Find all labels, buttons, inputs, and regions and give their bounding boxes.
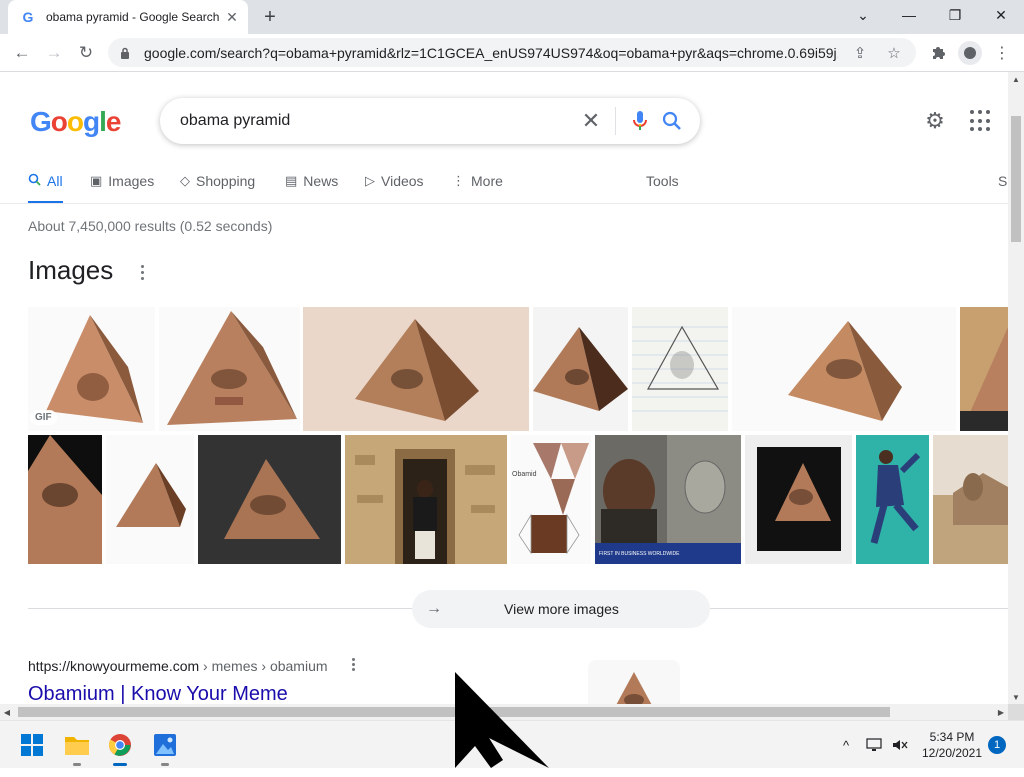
image-thumbnail[interactable]: Obamid <box>511 435 591 564</box>
chrome-icon[interactable] <box>104 729 136 766</box>
restore-button[interactable]: ❐ <box>932 0 978 30</box>
mouse-cursor-icon <box>455 672 555 772</box>
search-divider <box>615 107 616 135</box>
profile-avatar[interactable] <box>958 41 982 65</box>
images-menu-icon[interactable] <box>136 262 148 282</box>
google-logo[interactable]: Google <box>30 106 121 138</box>
result-menu-icon[interactable] <box>350 658 356 672</box>
volume-muted-icon[interactable] <box>890 735 910 755</box>
image-thumbnail[interactable] <box>632 307 728 431</box>
image-thumbnail[interactable] <box>303 307 529 431</box>
network-icon[interactable] <box>864 735 884 755</box>
image-thumbnail[interactable] <box>533 307 628 431</box>
vertical-scroll-thumb[interactable] <box>1011 116 1021 242</box>
horizontal-scroll-thumb[interactable] <box>18 707 890 717</box>
scrollbar-corner <box>1008 704 1024 720</box>
forward-button[interactable]: → <box>40 39 68 67</box>
image-thumbnail[interactable] <box>933 435 1008 564</box>
image-thumbnail[interactable]: FIRST IN BUSINESS WORLDWIDE <box>595 435 741 564</box>
tab-shopping[interactable]: ◇ Shopping <box>180 168 255 204</box>
address-bar[interactable]: google.com/search?q=obama+pyramid&rlz=1C… <box>108 38 916 67</box>
tabs-divider <box>0 203 1008 204</box>
tab-news[interactable]: ▤ News <box>285 168 338 204</box>
clear-search-icon[interactable]: ✕ <box>575 108 607 134</box>
back-button[interactable]: ← <box>8 39 36 67</box>
result-thumbnail[interactable] <box>588 660 680 704</box>
reload-button[interactable]: ↻ <box>72 39 100 67</box>
scroll-up-icon[interactable]: ▲ <box>1008 72 1024 86</box>
image-thumbnail[interactable] <box>198 435 341 564</box>
play-icon: ▷ <box>365 173 375 188</box>
url-text[interactable]: google.com/search?q=obama+pyramid&rlz=1C… <box>144 45 838 61</box>
tab-videos[interactable]: ▷ Videos <box>365 168 424 204</box>
search-input[interactable]: obama pyramid <box>180 112 575 130</box>
safesearch-button[interactable]: S <box>998 168 1007 204</box>
image-thumbnail[interactable] <box>106 435 194 564</box>
images-heading: Images <box>28 255 114 285</box>
search-results-page: Google obama pyramid ✕ ⚙ All ▣ Images ◇ … <box>0 72 1008 704</box>
search-box[interactable]: obama pyramid ✕ <box>160 98 700 144</box>
arrow-right-icon: → <box>426 600 442 617</box>
search-icon <box>28 173 41 189</box>
scroll-down-icon[interactable]: ▼ <box>1008 690 1024 704</box>
start-windows-icon[interactable] <box>16 729 48 761</box>
image-thumbnail[interactable] <box>732 307 956 431</box>
result-url[interactable]: https://knowyourmeme.com › memes › obami… <box>28 658 328 674</box>
chevron-up-icon[interactable]: ^ <box>836 735 856 755</box>
result-stats: About 7,450,000 results (0.52 seconds) <box>28 218 273 234</box>
browser-tab[interactable]: G obama pyramid - Google Search ✕ <box>8 0 248 34</box>
share-icon[interactable]: ⇪ <box>848 41 872 65</box>
google-favicon-icon: G <box>22 9 34 25</box>
image-thumbnail[interactable] <box>159 307 300 431</box>
browser-toolbar: ← → ↻ google.com/search?q=obama+pyramid&… <box>0 34 1024 72</box>
image-thumbnail[interactable] <box>28 435 102 564</box>
close-window-button[interactable]: ✕ <box>978 0 1024 30</box>
image-thumbnail[interactable] <box>960 307 1008 431</box>
tab-strip: G obama pyramid - Google Search ✕ + ⌄ — … <box>0 0 1024 34</box>
microphone-icon[interactable] <box>624 105 656 137</box>
photos-app-icon[interactable] <box>149 729 181 766</box>
tab-title: obama pyramid - Google Search <box>46 10 220 24</box>
result-title-link[interactable]: Obamium | Know Your Meme <box>28 683 288 704</box>
obamid-label: Obamid <box>512 471 537 478</box>
scroll-right-icon[interactable]: ▶ <box>994 704 1008 720</box>
tools-button[interactable]: Tools <box>646 168 679 204</box>
gif-badge: GIF <box>30 410 57 425</box>
image-icon: ▣ <box>90 173 103 188</box>
newspaper-icon: ▤ <box>285 173 298 188</box>
lock-icon[interactable] <box>118 46 132 60</box>
system-clock[interactable]: 5:34 PM 12/20/2021 <box>918 729 986 761</box>
tag-icon: ◇ <box>180 173 190 188</box>
view-more-images-button[interactable]: → View more images <box>412 590 710 628</box>
settings-gear-icon[interactable]: ⚙ <box>922 108 948 134</box>
image-thumbnail[interactable] <box>345 435 507 564</box>
extensions-puzzle-icon[interactable] <box>924 39 952 67</box>
minimize-button[interactable]: — <box>886 0 932 30</box>
more-vert-icon: ⋮ <box>452 173 465 188</box>
search-submit-icon[interactable] <box>656 105 688 137</box>
notification-badge[interactable]: 1 <box>988 736 1006 754</box>
search-tabs: All ▣ Images ◇ Shopping ▤ News ▷ Videos … <box>28 168 1008 204</box>
tab-all[interactable]: All <box>28 168 63 204</box>
file-explorer-icon[interactable] <box>61 729 93 766</box>
new-tab-button[interactable]: + <box>258 5 282 29</box>
bookmark-star-icon[interactable]: ☆ <box>882 41 906 65</box>
tab-search-icon[interactable]: ⌄ <box>840 0 886 30</box>
news-caption: FIRST IN BUSINESS WORLDWIDE <box>599 551 680 557</box>
image-thumbnail[interactable] <box>745 435 852 564</box>
vertical-scrollbar[interactable]: ▲ ▼ <box>1008 72 1024 704</box>
image-thumbnail[interactable] <box>856 435 929 564</box>
scroll-left-icon[interactable]: ◀ <box>0 704 14 720</box>
tab-more[interactable]: ⋮ More <box>452 168 503 204</box>
google-apps-icon[interactable] <box>970 110 992 132</box>
image-thumbnail[interactable]: GIF <box>28 307 155 431</box>
tab-images[interactable]: ▣ Images <box>90 168 154 204</box>
browser-menu-icon[interactable]: ⋮ <box>988 39 1016 67</box>
close-tab-icon[interactable]: ✕ <box>224 9 240 25</box>
